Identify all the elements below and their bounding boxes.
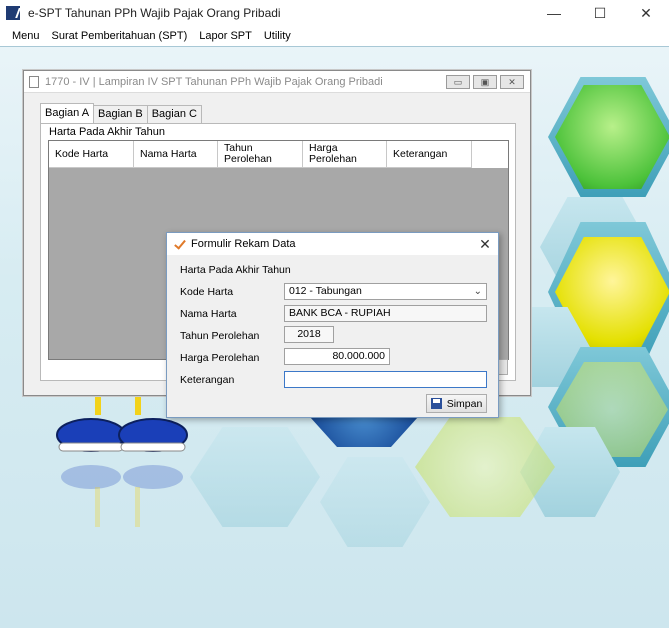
grid-header-keterangan[interactable]: Keterangan [387,141,472,168]
dialog-title: Formulir Rekam Data [191,238,296,250]
grid-header-tahun-perolehan[interactable]: Tahun Perolehan [218,141,303,168]
tab-bagian-a[interactable]: Bagian A [40,103,95,123]
harga-perolehan-label: Harga Perolehan [180,352,260,364]
tab-bagian-b[interactable]: Bagian B [93,105,148,123]
maximize-button[interactable]: ▣ [473,75,497,89]
kode-harta-select[interactable]: 012 - Tabungan ⌄ [284,283,487,300]
nama-harta-label: Nama Harta [180,308,237,320]
tahun-perolehan-field[interactable]: 2018 [284,326,334,343]
lampiran-window-titlebar: 1770 - IV | Lampiran IV SPT Tahunan PPh … [24,71,530,93]
group-label: Harta Pada Akhir Tahun [49,126,165,138]
minimize-button[interactable]: — [531,0,577,26]
document-icon [29,75,39,88]
save-disk-icon [430,398,442,409]
grid-header-kode-harta[interactable]: Kode Harta [49,141,134,168]
dialog-titlebar: Formulir Rekam Data ✕ [167,233,498,255]
tahun-perolehan-label: Tahun Perolehan [180,330,260,342]
maximize-button[interactable]: ☐ [577,0,623,26]
kode-harta-value: 012 - Tabungan [289,285,362,297]
simpan-label: Simpan [446,397,483,410]
lampiran-window-title: 1770 - IV | Lampiran IV SPT Tahunan PPh … [45,75,383,88]
window-controls: — ☐ ✕ [531,0,669,26]
grid-header: Kode Harta Nama Harta Tahun Perolehan Ha… [49,141,508,168]
background-hexagon [415,417,555,517]
menu-item-lapor-spt[interactable]: Lapor SPT [193,30,258,42]
dialog-close-button[interactable]: ✕ [478,236,492,253]
close-button[interactable]: ✕ [500,75,524,89]
chevron-down-icon[interactable]: ⌄ [474,284,482,299]
checkmark-icon [174,238,185,250]
grid-header-nama-harta[interactable]: Nama Harta [134,141,218,168]
app-titlebar: e-SPT Tahunan PPh Wajib Pajak Orang Prib… [0,0,669,26]
menu-item-spt[interactable]: Surat Pemberitahuan (SPT) [46,30,194,42]
minimize-button[interactable]: ▭ [446,75,470,89]
tab-bagian-c[interactable]: Bagian C [146,105,202,123]
menu-bar: Menu Surat Pemberitahuan (SPT) Lapor SPT… [0,26,669,46]
close-button[interactable]: ✕ [623,0,669,26]
simpan-button[interactable]: Simpan [426,394,487,413]
background-hexagon [190,427,320,527]
background-hexagon [320,457,430,547]
keterangan-field[interactable] [284,371,487,388]
harga-perolehan-field[interactable]: 80.000.000 [284,348,390,365]
lampiran-window-controls: ▭ ▣ ✕ [446,75,524,89]
keterangan-label: Keterangan [180,374,235,386]
menu-item-utility[interactable]: Utility [258,30,297,42]
app-title: e-SPT Tahunan PPh Wajib Pajak Orang Prib… [28,6,281,20]
section-label: Harta Pada Akhir Tahun [180,264,291,276]
rekam-data-dialog: Formulir Rekam Data ✕ Harta Pada Akhir T… [166,232,499,418]
app-icon [6,6,20,20]
menu-item-menu[interactable]: Menu [6,30,46,42]
grid-header-harga-perolehan[interactable]: Harga Perolehan [303,141,387,168]
nama-harta-field[interactable]: BANK BCA - RUPIAH [284,305,487,322]
tab-strip: Bagian A Bagian B Bagian C [40,103,202,123]
kode-harta-label: Kode Harta [180,286,234,298]
